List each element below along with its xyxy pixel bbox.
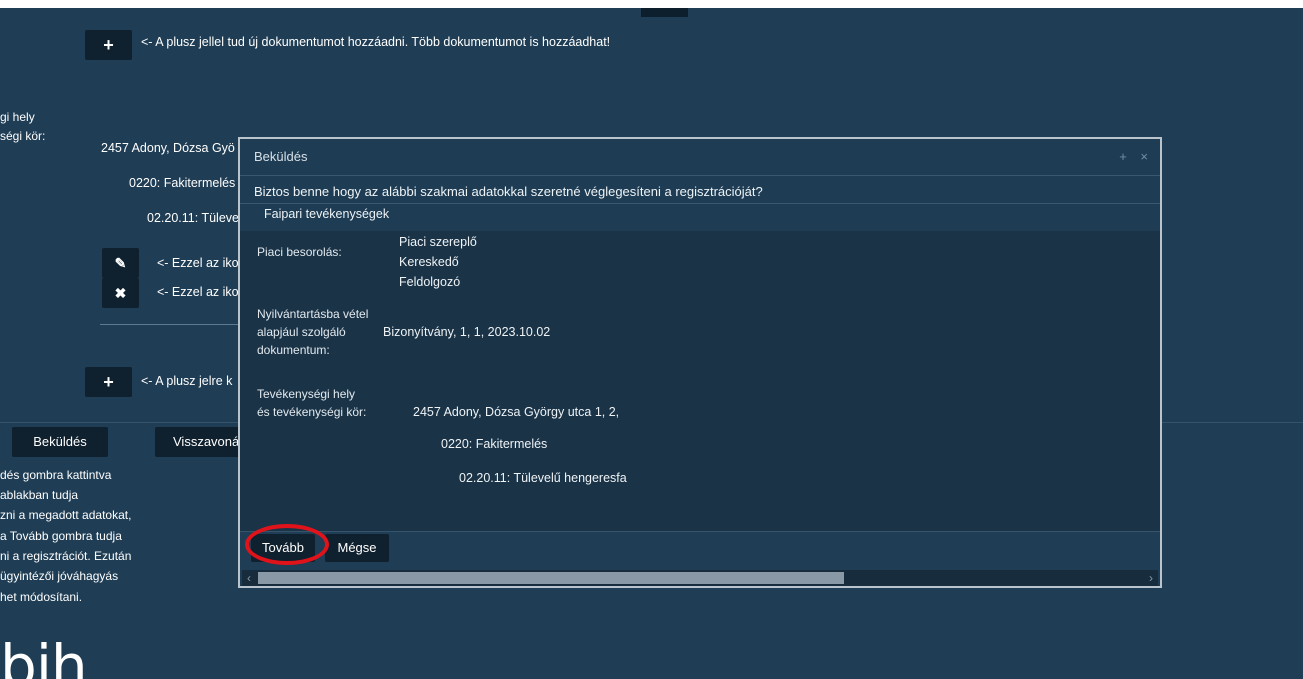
site-code-1: 0220: Fakitermelés bbox=[441, 437, 548, 451]
revoke-button[interactable]: Visszavonás bbox=[155, 427, 246, 457]
help-line-4: a Tovább gombra tudja bbox=[0, 529, 122, 543]
doc-label-line-2: alapjául szolgáló bbox=[257, 325, 346, 339]
delete-button[interactable]: ✖ bbox=[102, 278, 139, 308]
close-icon: ✖ bbox=[114, 285, 127, 301]
horizontal-scrollbar[interactable]: ‹ › bbox=[242, 570, 1158, 586]
dialog-footer: Tovább Mégse bbox=[240, 524, 1160, 570]
doc-label-line-1: Nyilvántartásba vétel bbox=[257, 307, 369, 321]
edit-button[interactable]: ✎ bbox=[102, 248, 139, 278]
logo-text: bih bbox=[0, 632, 88, 679]
doc-value: Bizonyítvány, 1, 1, 2023.10.02 bbox=[383, 325, 551, 339]
market-label: Piaci besorolás: bbox=[257, 245, 342, 259]
add-document-button[interactable]: + bbox=[85, 30, 132, 60]
dialog-question: Biztos benne hogy az alábbi szakmai adat… bbox=[254, 184, 763, 199]
logo: bih bbox=[0, 632, 88, 679]
help-line-7: het módosítani. bbox=[0, 590, 83, 604]
scroll-right-icon[interactable]: › bbox=[1144, 570, 1158, 586]
dialog-content: Piaci besorolás: Piaci szereplő Keresked… bbox=[240, 231, 1160, 531]
market-value-1: Piaci szereplő bbox=[399, 235, 477, 249]
help-line-2: ablakban tudja bbox=[0, 488, 79, 502]
close-icon[interactable]: × bbox=[1140, 149, 1148, 164]
site-code-2: 02.20.11: Tülevelű hengeresfa bbox=[459, 471, 627, 485]
top-toolbar-fragment bbox=[641, 8, 688, 17]
add-document-hint: <- A plusz jellel tud új dokumentumot ho… bbox=[141, 35, 611, 49]
help-line-5: ni a regisztrációt. Ezután bbox=[0, 549, 132, 563]
confirm-dialog: Beküldés + × Biztos benne hogy az alábbi… bbox=[238, 137, 1162, 588]
dialog-title: Beküldés bbox=[254, 149, 308, 164]
edit-hint: <- Ezzel az iko bbox=[157, 256, 239, 270]
dialog-title-separator bbox=[240, 175, 1160, 176]
help-line-6: ügyintézői jóváhagyás bbox=[0, 569, 119, 583]
site-address: 2457 Adony, Dózsa György utca 1, 2, bbox=[413, 405, 620, 419]
edit-icon: ✎ bbox=[114, 255, 127, 271]
help-line-1: dés gombra kattintva bbox=[0, 468, 112, 482]
add-site-hint: <- A plusz jelre k bbox=[141, 374, 233, 388]
bg-address: 2457 Adony, Dózsa Gyö bbox=[101, 141, 235, 155]
market-value-3: Feldolgozó bbox=[399, 275, 461, 289]
scroll-left-icon[interactable]: ‹ bbox=[242, 570, 256, 586]
add-site-button[interactable]: + bbox=[85, 367, 132, 397]
section-header: Faipari tevékenységek bbox=[264, 207, 390, 221]
side-label-1: gi hely bbox=[0, 110, 35, 124]
delete-hint: <- Ezzel az iko bbox=[157, 285, 239, 299]
help-line-3: zni a megadott adatokat, bbox=[0, 508, 132, 522]
market-value-2: Kereskedő bbox=[399, 255, 459, 269]
submit-button[interactable]: Beküldés bbox=[12, 427, 108, 457]
cancel-button[interactable]: Mégse bbox=[325, 534, 389, 562]
divider bbox=[100, 324, 240, 325]
site-label-line-2: és tevékenységi kör: bbox=[257, 405, 367, 419]
question-separator bbox=[240, 203, 1160, 204]
highlight-circle bbox=[245, 524, 329, 565]
doc-label-line-3: dokumentum: bbox=[257, 343, 330, 357]
expand-icon[interactable]: + bbox=[1119, 149, 1127, 164]
scrollbar-thumb[interactable] bbox=[258, 572, 844, 584]
bg-code-1: 0220: Fakitermelés bbox=[129, 176, 236, 190]
site-label-line-1: Tevékenységi hely bbox=[257, 387, 356, 401]
side-label-2: ségi kör: bbox=[0, 129, 46, 143]
bg-code-2: 02.20.11: Tüleve bbox=[147, 211, 239, 225]
dialog-controls: + × bbox=[1109, 149, 1148, 164]
